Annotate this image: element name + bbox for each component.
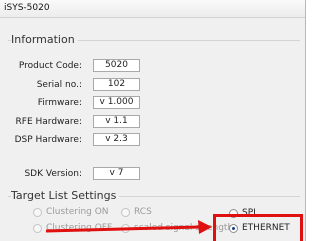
annotation-arrow — [45, 220, 212, 234]
